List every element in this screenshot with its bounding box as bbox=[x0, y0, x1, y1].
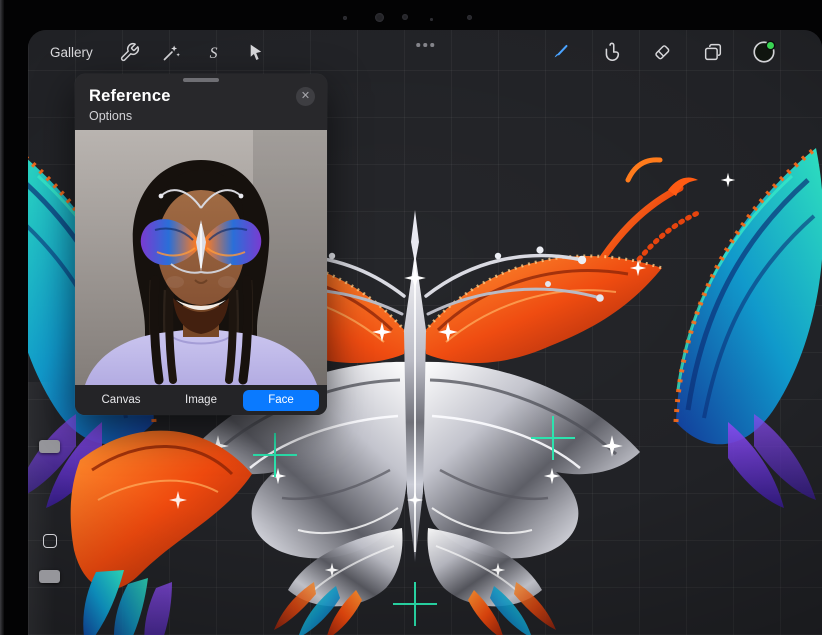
bottom-left-wings bbox=[71, 431, 252, 635]
tab-face[interactable]: Face bbox=[243, 390, 319, 411]
actions-wrench-icon[interactable] bbox=[117, 39, 143, 65]
screen: Gallery S bbox=[28, 30, 822, 635]
tab-canvas[interactable]: Canvas bbox=[83, 390, 159, 411]
brush-size-slider[interactable] bbox=[39, 440, 60, 453]
device-left-edge bbox=[0, 0, 4, 635]
front-camera bbox=[375, 13, 384, 22]
eraser-tool-icon[interactable] bbox=[649, 39, 675, 65]
layers-icon[interactable] bbox=[700, 39, 726, 65]
svg-text:S: S bbox=[210, 44, 218, 61]
modify-button[interactable] bbox=[43, 534, 57, 548]
panel-subtitle-options[interactable]: Options bbox=[75, 106, 327, 123]
sensor-dot bbox=[343, 16, 347, 20]
color-swatch-icon[interactable] bbox=[751, 39, 777, 65]
multitasking-pill[interactable] bbox=[413, 40, 437, 50]
close-icon[interactable]: ✕ bbox=[296, 87, 315, 106]
top-toolbar: Gallery S bbox=[28, 30, 822, 74]
sidebar bbox=[28, 382, 58, 635]
panel-drag-handle[interactable] bbox=[183, 78, 219, 82]
face-camera-feed bbox=[75, 130, 327, 385]
sensor-dot bbox=[430, 18, 433, 21]
opacity-slider[interactable] bbox=[39, 570, 60, 583]
tab-image[interactable]: Image bbox=[163, 390, 239, 411]
transform-arrow-icon[interactable] bbox=[243, 39, 269, 65]
ipad-device-frame: Gallery S bbox=[0, 0, 822, 635]
sensor-dot bbox=[402, 14, 408, 20]
brush-tool-icon[interactable] bbox=[547, 39, 573, 65]
smudge-tool-icon[interactable] bbox=[598, 39, 624, 65]
selection-icon[interactable]: S bbox=[201, 39, 227, 65]
reference-mode-tabs: Canvas Image Face bbox=[75, 385, 327, 415]
panel-title: Reference bbox=[89, 87, 171, 106]
gallery-button[interactable]: Gallery bbox=[50, 45, 93, 60]
adjustments-wand-icon[interactable] bbox=[159, 39, 185, 65]
face-reference-video[interactable] bbox=[75, 130, 327, 385]
sensor-dot bbox=[467, 15, 472, 20]
reference-panel: Reference ✕ Options bbox=[75, 74, 327, 415]
